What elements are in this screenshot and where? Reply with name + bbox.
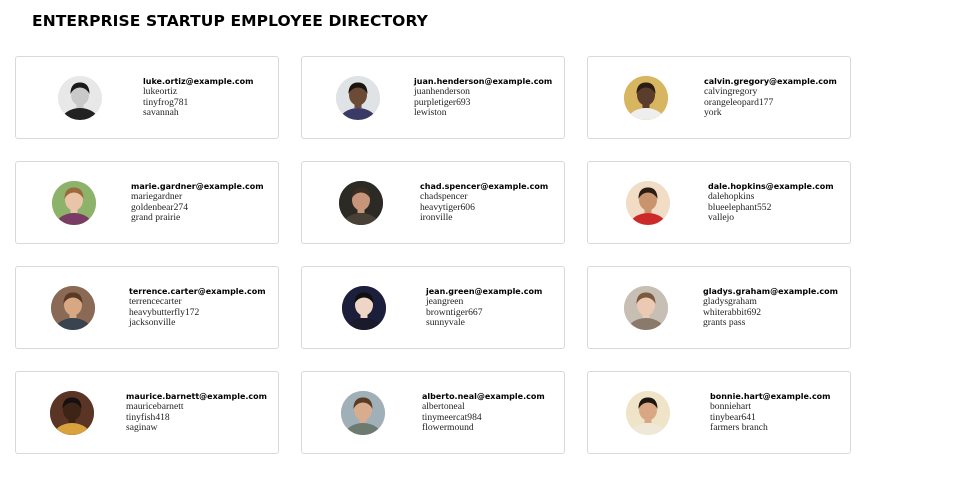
employee-card[interactable]: maurice.barnett@example.com mauricebarnet… [15, 371, 279, 454]
avatar [50, 390, 94, 435]
employee-city: grants pass [703, 316, 746, 328]
employee-info: calvin.gregory@example.com calvingregory o… [704, 77, 837, 119]
employee-card[interactable]: jean.green@example.com jeangreen browntige… [301, 266, 565, 349]
employee-info: juan.henderson@example.com juanhenderson p… [414, 77, 552, 119]
employee-city: ironville [420, 211, 453, 223]
employee-card[interactable]: alberto.neal@example.com albertoneal tinym… [301, 371, 565, 454]
employee-card[interactable]: terrence.carter@example.com terrencecarte… [15, 266, 279, 349]
employee-card[interactable]: marie.gardner@example.com mariegardner gol… [15, 161, 279, 244]
employee-info: bonnie.hart@example.com bonniehart tinybea… [710, 392, 831, 434]
employee-city: sunnyvale [426, 316, 465, 328]
employee-city: vallejo [708, 211, 735, 223]
employee-card[interactable]: chad.spencer@example.com chadspencer heavy… [301, 161, 565, 244]
avatar [341, 390, 385, 435]
employee-username: mariegardner [131, 191, 183, 203]
employee-info: terrence.carter@example.com terrencecarte… [129, 287, 266, 329]
employee-info: jean.green@example.com jeangreen browntige… [426, 287, 542, 329]
avatar [339, 180, 383, 225]
employee-username: jeangreen [426, 296, 464, 308]
employee-card[interactable]: gladys.graham@example.com gladysgraham whi… [587, 266, 851, 349]
avatar [626, 180, 670, 225]
employee-info: luke.ortiz@example.com lukeortiz tinyfrog7… [143, 77, 254, 119]
employee-grid: luke.ortiz@example.com lukeortiz tinyfrog7… [15, 56, 851, 454]
employee-card[interactable]: luke.ortiz@example.com lukeortiz tinyfrog7… [15, 56, 279, 139]
employee-card[interactable]: dale.hopkins@example.com dalehopkins bluee… [587, 161, 851, 244]
employee-info: chad.spencer@example.com chadspencer heavy… [420, 182, 548, 224]
employee-city: flowermound [422, 421, 474, 433]
employee-card[interactable]: calvin.gregory@example.com calvingregory o… [587, 56, 851, 139]
employee-username: bonniehart [710, 401, 752, 413]
employee-city: saginaw [126, 421, 158, 433]
employee-username: juanhenderson [414, 86, 470, 98]
employee-card[interactable]: bonnie.hart@example.com bonniehart tinybea… [587, 371, 851, 454]
avatar [626, 390, 670, 435]
employee-username: lukeortiz [143, 86, 178, 98]
avatar [624, 285, 668, 330]
employee-info: alberto.neal@example.com albertoneal tinym… [422, 392, 545, 434]
employee-city: jacksonville [129, 316, 176, 328]
employee-password: orangeleopard177 [704, 96, 774, 108]
employee-city: lewiston [414, 106, 447, 118]
employee-city: savannah [143, 106, 179, 118]
avatar [58, 75, 102, 120]
employee-username: calvingregory [704, 86, 758, 98]
employee-username: gladysgraham [703, 296, 757, 308]
employee-city: farmers branch [710, 421, 768, 433]
employee-info: maurice.barnett@example.com mauricebarnet… [126, 392, 267, 434]
employee-username: chadspencer [420, 191, 468, 203]
employee-username: albertoneal [422, 401, 465, 413]
employee-card[interactable]: juan.henderson@example.com juanhenderson p… [301, 56, 565, 139]
avatar [336, 75, 380, 120]
employee-username: terrencecarter [129, 296, 182, 308]
employee-city: york [704, 106, 722, 118]
employee-info: dale.hopkins@example.com dalehopkins bluee… [708, 182, 834, 224]
avatar [342, 285, 386, 330]
avatar [52, 180, 96, 225]
employee-username: dalehopkins [708, 191, 755, 203]
avatar [624, 75, 668, 120]
page-title: ENTERPRISE STARTUP EMPLOYEE DIRECTORY [32, 12, 428, 30]
employee-city: grand prairie [131, 211, 181, 223]
employee-info: marie.gardner@example.com mariegardner gol… [131, 182, 264, 224]
employee-username: mauricebarnett [126, 401, 184, 413]
employee-info: gladys.graham@example.com gladysgraham whi… [703, 287, 838, 329]
avatar [51, 285, 95, 330]
